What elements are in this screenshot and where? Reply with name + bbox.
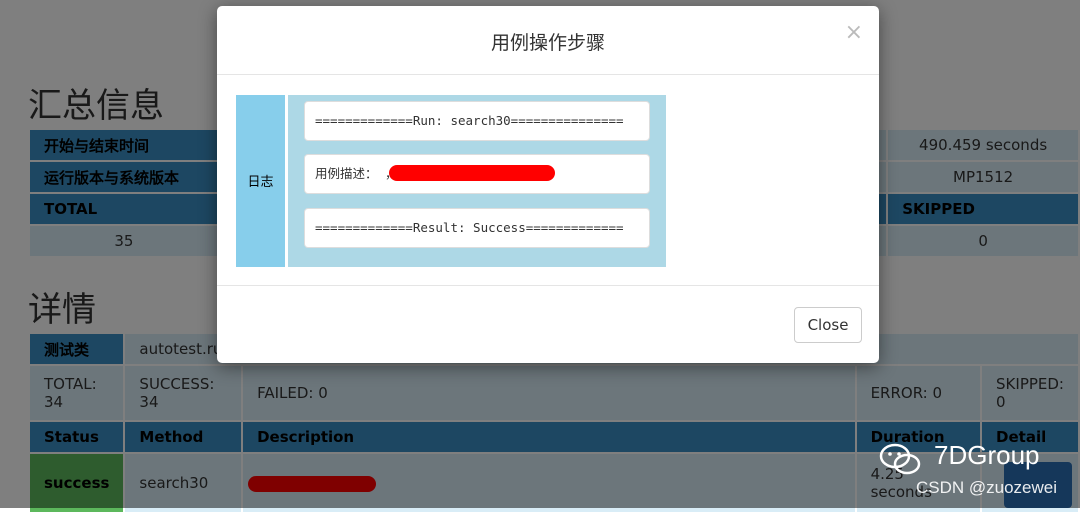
watermark: 7DGroup CSDN @zuozewei	[878, 440, 1078, 508]
modal-body: 日志 =============Run: search30===========…	[217, 75, 879, 286]
wechat-icon	[879, 443, 921, 475]
redaction-mark	[389, 165, 555, 181]
log-label-cell: 日志	[236, 95, 288, 267]
close-button[interactable]: Close	[794, 307, 862, 343]
modal-header: 用例操作步骤 ×	[217, 6, 879, 75]
steps-modal: 用例操作步骤 × 日志 =============Run: search30==…	[217, 6, 879, 363]
modal-footer: Close	[217, 286, 879, 364]
log-line-run: =============Run: search30==============…	[304, 101, 650, 141]
watermark-sub: CSDN @zuozewei	[916, 478, 1058, 497]
log-table: 日志 =============Run: search30===========…	[236, 95, 666, 267]
log-line-result: =============Result: Success============…	[304, 208, 650, 248]
log-label: 日志	[247, 175, 274, 190]
modal-title: 用例操作步骤	[490, 32, 605, 54]
close-icon[interactable]: ×	[845, 22, 863, 44]
watermark-brand: 7DGroup	[934, 440, 1040, 470]
